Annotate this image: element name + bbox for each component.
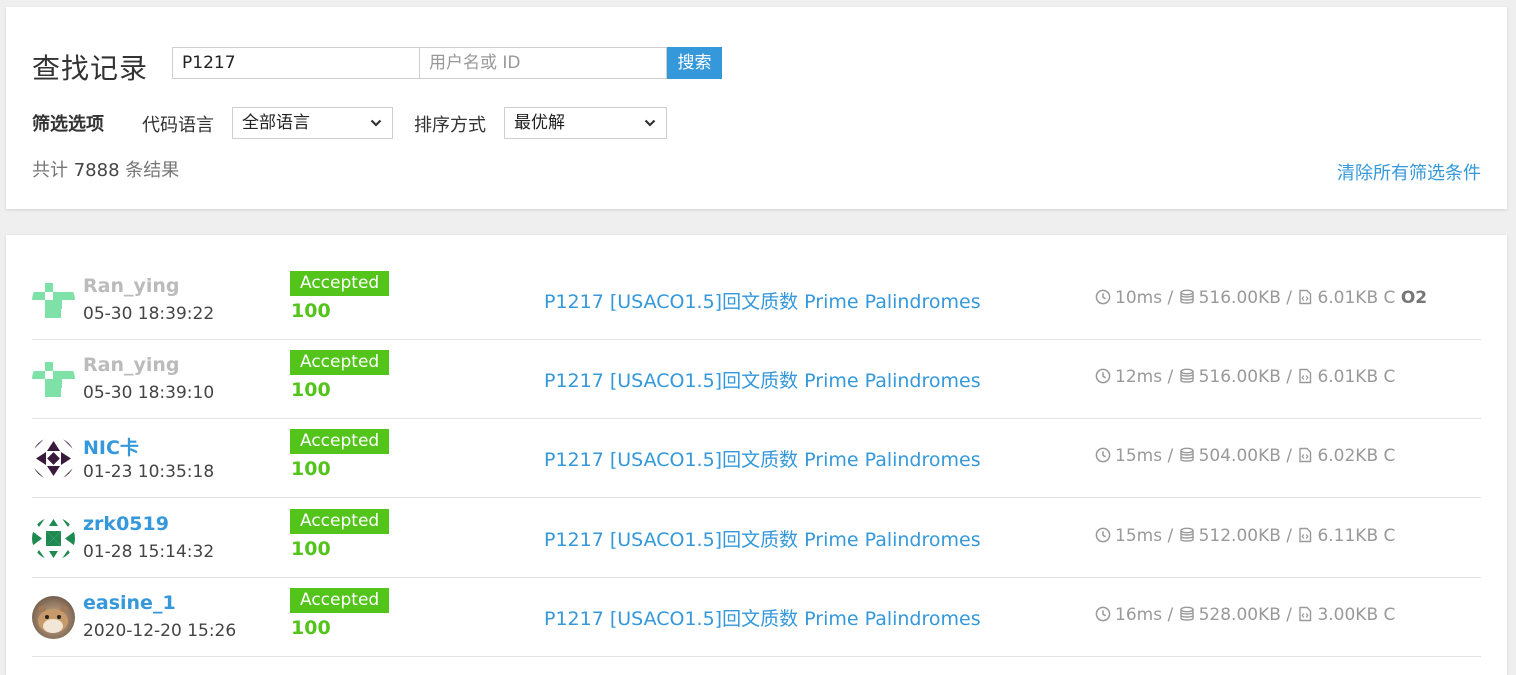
record-row: Ran_ying 05-30 18:39:22 Accepted 100 P1217 [… [32,261,1481,340]
time-used: 10ms [1115,288,1163,308]
code-size: 6.11KB [1317,526,1379,546]
database-icon [1179,527,1194,542]
chevron-down-icon [370,119,382,127]
time-used: 15ms [1115,526,1163,546]
status-badge[interactable]: Accepted [290,588,390,613]
time-used: 15ms [1115,446,1163,466]
resource-info: 16ms / 528.00KB / 3.00KB C [1095,605,1395,625]
score: 100 [291,538,331,560]
submit-time: 2020-12-20 15:26 [83,621,237,641]
order-label: 排序方式 [414,115,486,136]
result-count: 共计 7888 条结果 [32,156,179,182]
database-icon [1179,447,1194,462]
avatar[interactable] [32,358,75,401]
search-panel: 查找记录 搜索 筛选选项 代码语言 全部语言 排序方式 最优解 共计 7888 … [6,7,1507,209]
memory-used: 516.00KB [1198,288,1281,308]
code-size: 6.01KB [1317,288,1379,308]
score: 100 [291,617,331,639]
record-row: easine_1 2020-12-20 15:26 Accepted 100 P1217… [32,578,1481,657]
avatar[interactable] [32,596,75,639]
avatar[interactable] [32,517,75,560]
search-button[interactable]: 搜索 [667,47,722,79]
language: C [1383,446,1396,466]
time-used: 12ms [1115,367,1163,387]
database-icon [1179,606,1194,621]
submit-time: 01-23 10:35:18 [83,462,215,482]
language: C [1383,526,1396,546]
clock-icon [1095,289,1111,305]
avatar[interactable] [32,279,75,322]
language-label: 代码语言 [142,115,214,136]
time-used: 16ms [1115,605,1163,625]
memory-used: 504.00KB [1198,446,1281,466]
record-list: Ran_ying 05-30 18:39:22 Accepted 100 P1217 [… [6,235,1507,675]
code-size: 6.01KB [1317,367,1379,387]
avatar[interactable] [32,437,75,480]
result-count-number: 7888 [73,160,120,181]
user-name-link[interactable]: easine_1 [83,592,176,614]
problem-link[interactable]: P1217 [USACO1.5]回文质数 Prime Palindromes [544,366,981,393]
code-file-icon [1299,606,1312,622]
clock-icon [1095,368,1111,384]
code-file-icon [1299,527,1312,543]
problem-link[interactable]: P1217 [USACO1.5]回文质数 Prime Palindromes [544,445,981,472]
score: 100 [291,300,331,322]
database-icon [1179,368,1194,383]
language-select[interactable]: 全部语言 [232,107,393,139]
memory-used: 528.00KB [1198,605,1281,625]
problem-link[interactable]: P1217 [USACO1.5]回文质数 Prime Palindromes [544,604,981,631]
status-badge[interactable]: Accepted [290,509,390,534]
language: C [1383,367,1396,387]
user-name-link[interactable]: zrk0519 [83,513,169,535]
resource-info: 12ms / 516.00KB / 6.01KB C [1095,367,1395,387]
record-row: NIC卡 01-23 10:35:18 Accepted 100 P1217 [USAC… [32,419,1481,498]
record-row: zrk0519 01-28 15:14:32 Accepted 100 P1217 [U… [32,499,1481,578]
clock-icon [1095,447,1111,463]
memory-used: 516.00KB [1198,367,1281,387]
filter-label: 筛选选项 [32,114,104,135]
score: 100 [291,379,331,401]
language-select-value: 全部语言 [242,113,310,133]
submit-time: 05-30 18:39:10 [83,383,215,403]
status-badge[interactable]: Accepted [290,350,390,375]
chevron-down-icon [644,119,656,127]
problem-id-input[interactable] [172,47,420,79]
language: C [1383,288,1396,308]
clock-icon [1095,606,1111,622]
result-count-prefix: 共计 [32,160,68,181]
clock-icon [1095,527,1111,543]
search-title: 查找记录 [32,52,149,85]
user-name-link[interactable]: Ran_ying [83,354,180,376]
code-file-icon [1299,289,1312,305]
submit-time: 01-28 15:14:32 [83,542,215,562]
user-name-link[interactable]: NIC卡 [83,433,139,460]
code-file-icon [1299,447,1312,463]
user-name-link[interactable]: Ran_ying [83,275,180,297]
code-file-icon [1299,368,1312,384]
result-count-suffix: 条结果 [125,160,180,181]
submit-time: 05-30 18:39:22 [83,304,215,324]
resource-info: 15ms / 504.00KB / 6.02KB C [1095,446,1395,466]
status-badge[interactable]: Accepted [290,429,390,454]
problem-link[interactable]: P1217 [USACO1.5]回文质数 Prime Palindromes [544,525,981,552]
resource-info: 10ms / 516.00KB / 6.01KB C O2 [1095,288,1427,308]
score: 100 [291,458,331,480]
clear-filters-link[interactable]: 清除所有筛选条件 [1337,159,1481,185]
record-row: Ran_ying 05-30 18:39:10 Accepted 100 P1217 [… [32,340,1481,419]
language: C [1383,605,1396,625]
resource-info: 15ms / 512.00KB / 6.11KB C [1095,526,1395,546]
problem-link[interactable]: P1217 [USACO1.5]回文质数 Prime Palindromes [544,287,981,314]
database-icon [1179,289,1194,304]
code-size: 3.00KB [1317,605,1379,625]
memory-used: 512.00KB [1198,526,1281,546]
code-size: 6.02KB [1317,446,1379,466]
order-select-value: 最优解 [514,113,565,133]
order-select[interactable]: 最优解 [504,107,667,139]
status-badge[interactable]: Accepted [290,271,390,296]
user-input[interactable] [419,47,667,79]
o2-flag: O2 [1400,288,1428,308]
